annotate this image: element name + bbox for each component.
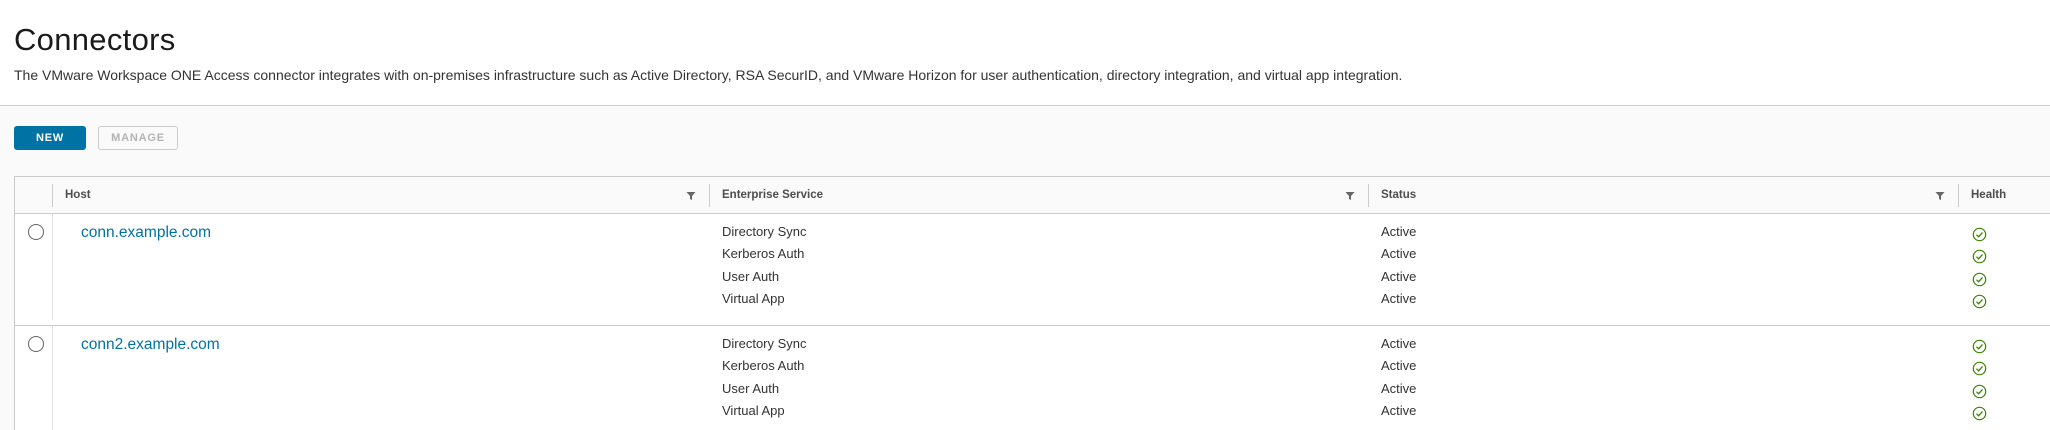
check-circle-icon	[1972, 406, 1987, 421]
column-separator[interactable]	[1958, 184, 1959, 207]
column-header-host[interactable]: Host	[65, 189, 91, 201]
column-separator[interactable]	[709, 184, 710, 207]
row-select-radio[interactable]	[28, 224, 44, 240]
service-status: Active	[1381, 291, 1417, 306]
table-row: conn.example.com Directory Sync Kerberos…	[15, 214, 2050, 326]
row-select-radio[interactable]	[28, 336, 44, 352]
service-status: Active	[1381, 381, 1417, 396]
check-circle-icon	[1972, 339, 1987, 354]
check-circle-icon	[1972, 272, 1987, 287]
page-description: The VMware Workspace ONE Access connecto…	[14, 67, 1403, 83]
page-header: Connectors The VMware Workspace ONE Acce…	[0, 0, 2050, 106]
service-status: Active	[1381, 269, 1417, 284]
connectors-datagrid: Host Enterprise Service Status Health co…	[14, 176, 2050, 430]
column-header-status[interactable]: Status	[1381, 189, 1416, 201]
datagrid-header: Host Enterprise Service Status Health	[15, 177, 2050, 214]
service-name: Virtual App	[722, 291, 785, 306]
service-status: Active	[1381, 224, 1417, 239]
row-separator	[52, 326, 53, 430]
check-circle-icon	[1972, 294, 1987, 309]
service-name: Virtual App	[722, 403, 785, 418]
new-button[interactable]: NEW	[14, 126, 86, 150]
filter-icon[interactable]	[1935, 191, 1945, 201]
service-status: Active	[1381, 246, 1417, 261]
service-name: User Auth	[722, 269, 780, 284]
service-status: Active	[1381, 403, 1417, 418]
host-link[interactable]: conn2.example.com	[81, 336, 220, 354]
service-name: Kerberos Auth	[722, 358, 805, 373]
manage-button[interactable]: MANAGE	[98, 126, 178, 150]
service-name: Directory Sync	[722, 224, 807, 239]
column-separator[interactable]	[1368, 184, 1369, 207]
service-name: Kerberos Auth	[722, 246, 805, 261]
column-header-health[interactable]: Health	[1971, 189, 2006, 201]
service-status: Active	[1381, 336, 1417, 351]
service-status: Active	[1381, 358, 1417, 373]
row-separator	[52, 214, 53, 320]
service-name: User Auth	[722, 381, 780, 396]
filter-icon[interactable]	[1345, 191, 1355, 201]
check-circle-icon	[1972, 249, 1987, 264]
column-separator	[52, 184, 53, 207]
check-circle-icon	[1972, 384, 1987, 399]
check-circle-icon	[1972, 227, 1987, 242]
main-content: NEW MANAGE Host Enterprise Service Statu…	[0, 107, 2050, 430]
host-link[interactable]: conn.example.com	[81, 224, 211, 242]
column-header-enterprise-service[interactable]: Enterprise Service	[722, 189, 823, 201]
table-row: conn2.example.com Directory Sync Kerbero…	[15, 326, 2050, 430]
service-name: Directory Sync	[722, 336, 807, 351]
filter-icon[interactable]	[686, 191, 696, 201]
check-circle-icon	[1972, 361, 1987, 376]
page-title: Connectors	[14, 22, 176, 57]
